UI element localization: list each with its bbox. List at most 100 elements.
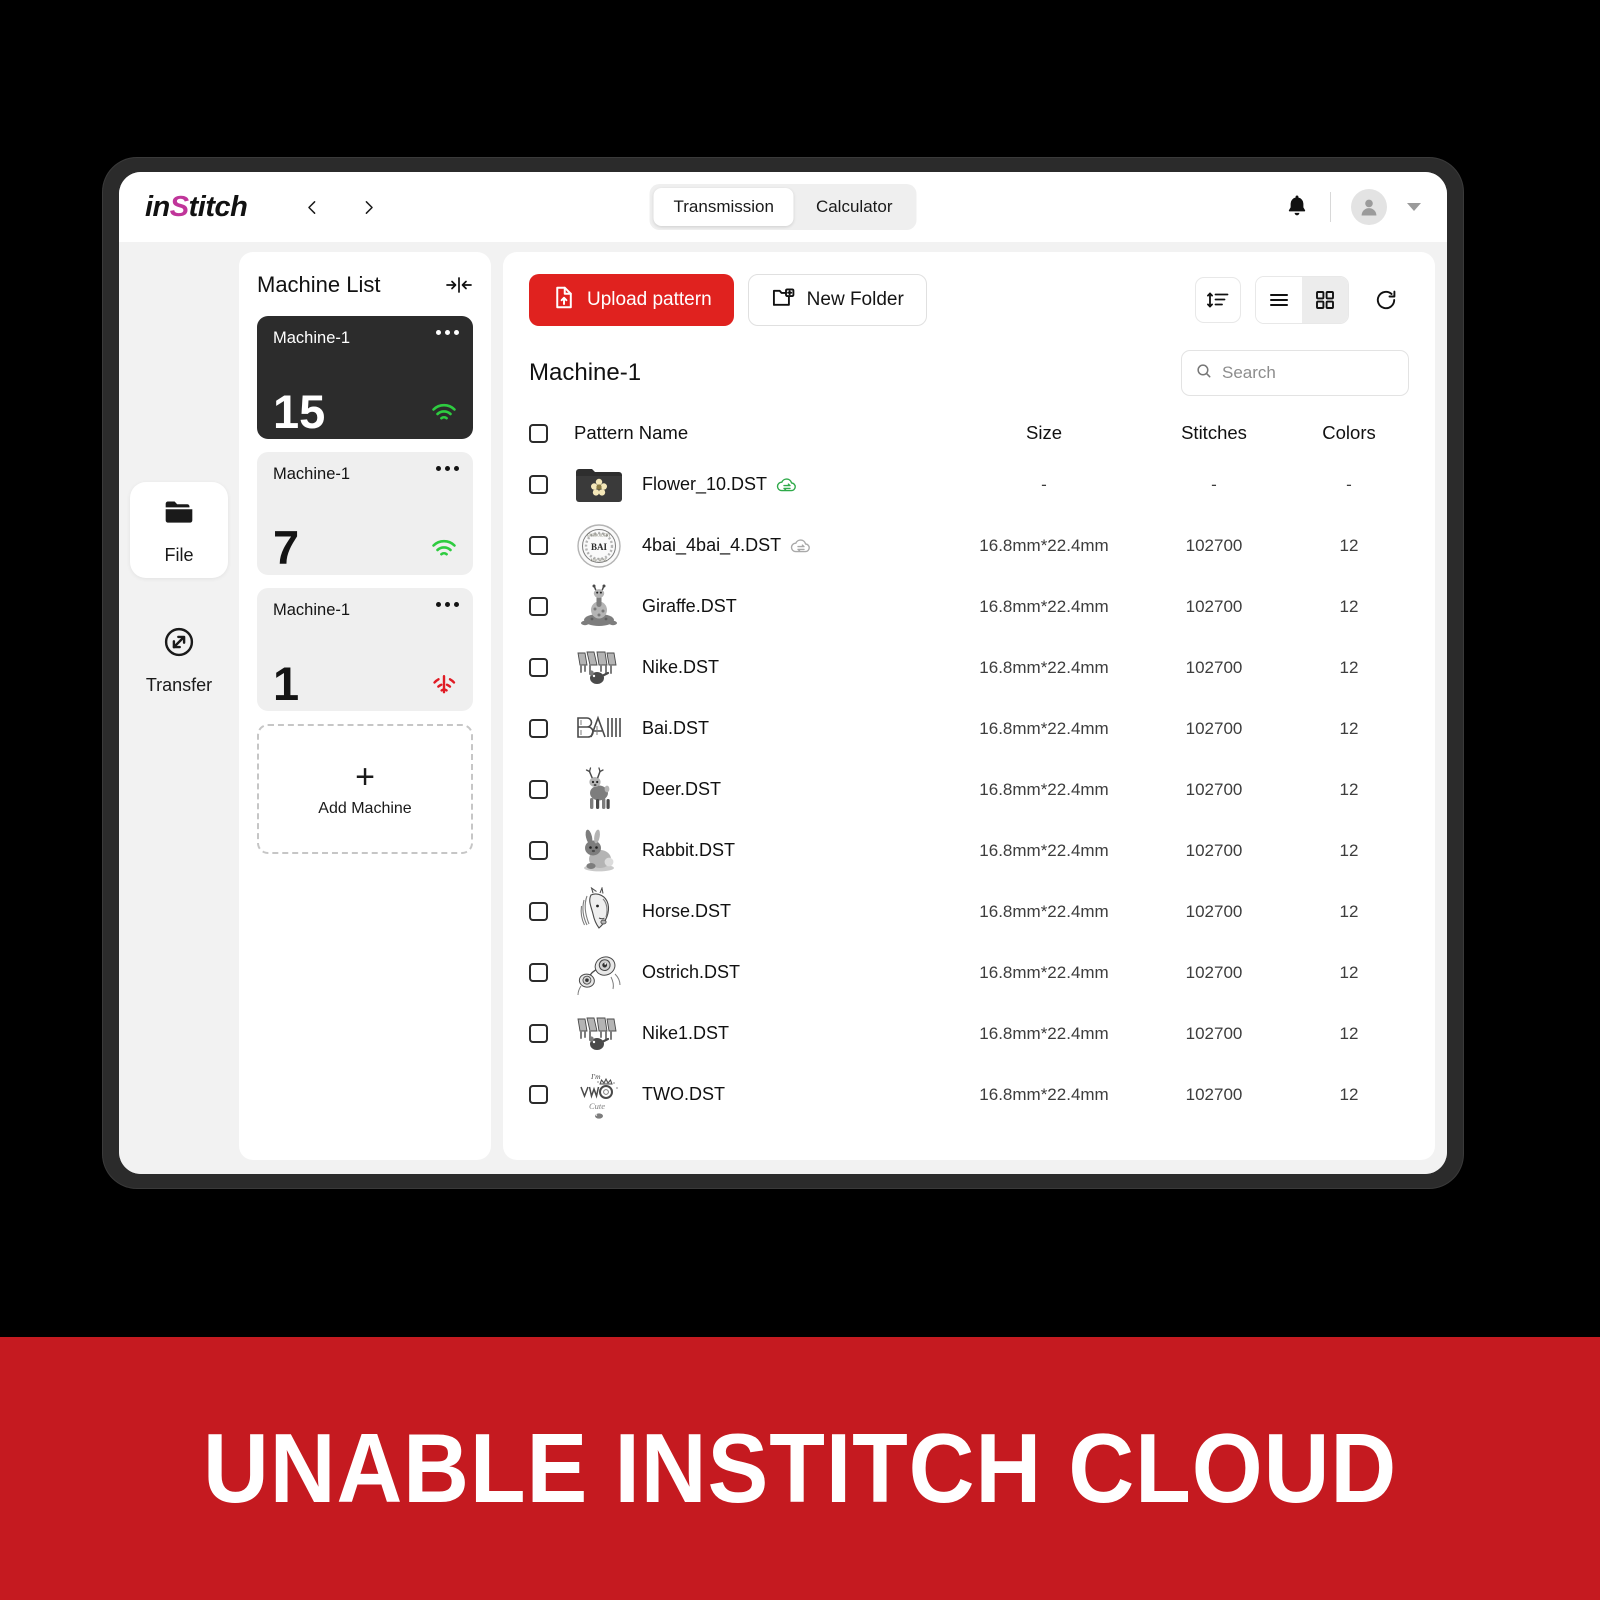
folder-icon — [162, 495, 196, 534]
row-checkbox[interactable] — [529, 719, 548, 738]
table-row[interactable]: Nike.DST 16.8mm*22.4mm 102700 12 — [529, 637, 1409, 698]
bell-icon[interactable] — [1284, 193, 1310, 221]
pattern-name: Rabbit.DST — [642, 840, 736, 860]
refresh-icon[interactable] — [1363, 277, 1409, 323]
machine-card-menu-icon[interactable] — [436, 602, 459, 607]
collapse-panel-icon[interactable] — [445, 274, 473, 296]
table-row[interactable]: Nike1.DST 16.8mm*22.4mm 102700 12 — [529, 1003, 1409, 1064]
pattern-colors: 12 — [1339, 779, 1359, 799]
pattern-size: 16.8mm*22.4mm — [979, 901, 1109, 921]
cloud-sync-icon — [790, 537, 812, 555]
machine-card-count: 15 — [273, 385, 326, 438]
table-row[interactable]: Giraffe.DST 16.8mm*22.4mm 102700 12 — [529, 576, 1409, 637]
pattern-stitches: 102700 — [1185, 596, 1243, 616]
row-checkbox[interactable] — [529, 658, 548, 677]
header-actions — [1284, 189, 1421, 225]
add-machine-button[interactable]: + Add Machine — [257, 724, 473, 854]
content-toolbar: Upload pattern New Folder — [529, 274, 1409, 326]
row-checkbox[interactable] — [529, 780, 548, 799]
pattern-thumbnail — [570, 825, 628, 877]
table-row[interactable]: Horse.DST 16.8mm*22.4mm 102700 12 — [529, 881, 1409, 942]
svg-text:EMBROIDERY: EMBROIDERY — [587, 533, 611, 537]
table-row[interactable]: Deer.DST 16.8mm*22.4mm 102700 12 — [529, 759, 1409, 820]
table-row[interactable]: Rabbit.DST 16.8mm*22.4mm 102700 12 — [529, 820, 1409, 881]
pattern-colors: - — [1346, 474, 1352, 494]
row-checkbox[interactable] — [529, 902, 548, 921]
pattern-size: 16.8mm*22.4mm — [979, 840, 1109, 860]
pattern-size: - — [1041, 474, 1047, 494]
table-row[interactable]: Flower_10.DST - - - — [529, 454, 1409, 515]
new-folder-button[interactable]: New Folder — [747, 274, 927, 326]
table-row[interactable]: Bai.DST 16.8mm*22.4mm 102700 12 — [529, 698, 1409, 759]
tab-transmission[interactable]: Transmission — [653, 188, 794, 226]
pattern-name-cell: Giraffe.DST — [548, 581, 949, 633]
table-row[interactable]: I'm Cute TWO.DST 16.8mm*22.4mm 102700 12 — [529, 1064, 1409, 1125]
sidebar-item-transfer[interactable]: Transfer — [130, 612, 228, 708]
nav-arrows — [299, 194, 381, 220]
chevron-down-icon[interactable] — [1407, 203, 1421, 211]
machine-card-name: Machine-1 — [273, 329, 351, 347]
pattern-thumbnail — [570, 459, 628, 511]
pattern-thumbnail — [570, 581, 628, 633]
upload-pattern-button[interactable]: Upload pattern — [529, 274, 734, 326]
chevron-right-icon[interactable] — [355, 194, 381, 220]
row-checkbox[interactable] — [529, 1085, 548, 1104]
select-all-checkbox[interactable] — [529, 423, 548, 443]
grid-view-icon[interactable] — [1302, 277, 1348, 323]
pattern-size: 16.8mm*22.4mm — [979, 596, 1109, 616]
machine-card[interactable]: Machine-1 7 — [257, 452, 473, 575]
app-logo[interactable]: in Stitch — [145, 191, 248, 224]
row-checkbox[interactable] — [529, 841, 548, 860]
chevron-left-icon[interactable] — [299, 194, 325, 220]
cloud-sync-icon — [776, 476, 798, 494]
row-checkbox[interactable] — [529, 963, 548, 982]
pattern-name: Bai.DST — [642, 718, 710, 738]
user-avatar-icon[interactable] — [1351, 189, 1387, 225]
pattern-name: Giraffe.DST — [642, 596, 737, 616]
pattern-name: 4bai_4bai_4.DST — [642, 535, 782, 555]
sidebar-rail: File Transfer — [119, 242, 239, 1174]
pattern-stitches: 102700 — [1185, 718, 1243, 738]
machine-card-menu-icon[interactable] — [436, 330, 459, 335]
machine-card[interactable]: Machine-1 1 — [257, 588, 473, 711]
row-checkbox[interactable] — [529, 475, 548, 494]
table-row[interactable]: Ostrich.DST 16.8mm*22.4mm 102700 12 — [529, 942, 1409, 1003]
pattern-stitches: 102700 — [1185, 1023, 1243, 1043]
machine-card-name: Machine-1 — [273, 465, 351, 483]
tab-calculator[interactable]: Calculator — [796, 188, 913, 226]
pattern-colors: 12 — [1339, 840, 1359, 860]
pattern-colors: 12 — [1339, 962, 1359, 982]
table-row[interactable]: BAI EMBROIDERY MACHINE 4bai_4bai_4.DST 16.… — [529, 515, 1409, 576]
sidebar-item-file[interactable]: File — [130, 482, 228, 578]
sort-icon[interactable] — [1195, 277, 1241, 323]
row-checkbox[interactable] — [529, 1024, 548, 1043]
svg-text:I'm: I'm — [590, 1072, 601, 1081]
row-checkbox[interactable] — [529, 536, 548, 555]
folder-plus-icon — [771, 285, 796, 316]
list-view-icon[interactable] — [1256, 277, 1302, 323]
pattern-stitches: 102700 — [1185, 1084, 1243, 1104]
tablet-screen: in Stitch Transmission Calculator File T… — [119, 172, 1447, 1174]
wifi-offline-icon — [430, 673, 458, 695]
header-tabs: Transmission Calculator — [649, 184, 917, 230]
search-input[interactable]: Search — [1181, 350, 1409, 396]
pattern-thumbnail: BAI EMBROIDERY MACHINE — [570, 520, 628, 572]
content-subheader: Machine-1 Search — [529, 350, 1409, 396]
header-divider — [1330, 192, 1331, 222]
machine-list-panel: Machine List Machine-1 15 Machine-1 7 Ma… — [239, 252, 491, 1160]
machine-card[interactable]: Machine-1 15 — [257, 316, 473, 439]
column-colors: Colors — [1322, 422, 1376, 443]
promo-banner-text: UNABLE INSTITCH CLOUD — [202, 1413, 1398, 1523]
pattern-colors: 12 — [1339, 718, 1359, 738]
page-root: in Stitch Transmission Calculator File T… — [0, 0, 1600, 1600]
pattern-name: Ostrich.DST — [642, 962, 741, 982]
pattern-name-cell: Bai.DST — [548, 703, 949, 755]
search-placeholder: Search — [1222, 363, 1276, 382]
pattern-size: 16.8mm*22.4mm — [979, 962, 1109, 982]
pattern-colors: 12 — [1339, 1084, 1359, 1104]
pattern-name-cell: Rabbit.DST — [548, 825, 949, 877]
sidebar-item-transfer-label: Transfer — [145, 674, 213, 695]
wifi-online-icon — [430, 401, 458, 423]
machine-card-menu-icon[interactable] — [436, 466, 459, 471]
row-checkbox[interactable] — [529, 597, 548, 616]
